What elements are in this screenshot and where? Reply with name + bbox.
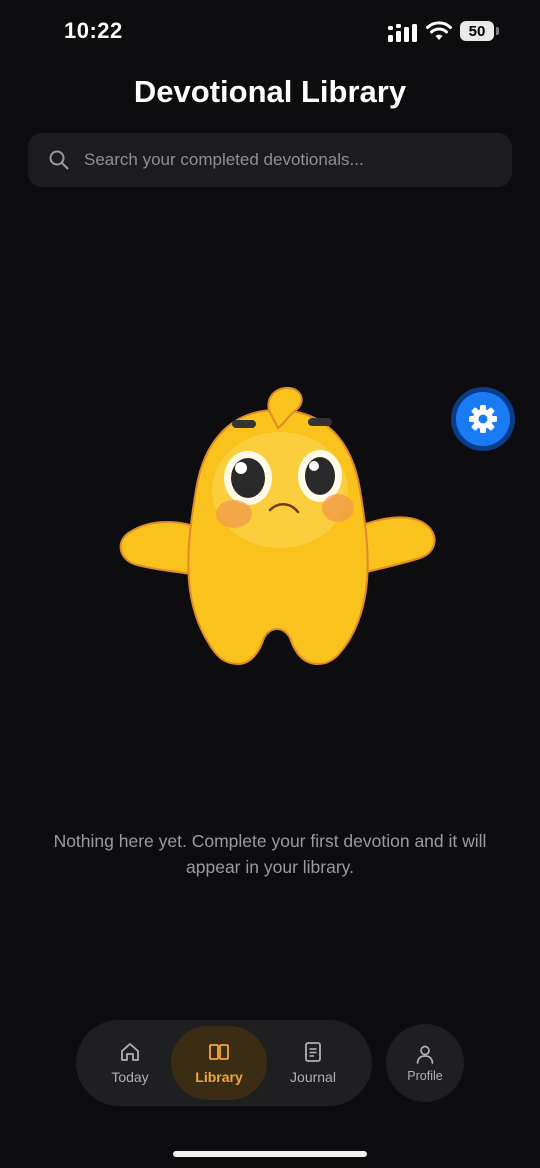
settings-button-inner bbox=[456, 392, 510, 446]
tab-library[interactable]: Library bbox=[171, 1026, 267, 1100]
battery-level: 50 bbox=[468, 22, 486, 40]
status-time: 10:22 bbox=[64, 18, 123, 43]
wifi-icon bbox=[426, 21, 452, 40]
person-icon bbox=[416, 1045, 434, 1064]
home-icon bbox=[121, 1043, 139, 1061]
shrugging-mascot-illustration bbox=[119, 386, 436, 666]
tab-bar: Today Library Journal bbox=[76, 1020, 372, 1106]
tab-journal[interactable]: Journal bbox=[265, 1026, 361, 1100]
book-icon bbox=[209, 1044, 229, 1060]
settings-button[interactable] bbox=[451, 387, 515, 451]
devotional-library-screen: 10:22 50 Devotional Library Search your … bbox=[0, 0, 540, 1168]
battery-icon: 50 bbox=[460, 21, 494, 41]
tab-today-label: Today bbox=[111, 1069, 149, 1085]
search-input[interactable] bbox=[82, 149, 496, 171]
battery-tip bbox=[496, 27, 499, 35]
profile-label: Profile bbox=[407, 1068, 443, 1083]
document-icon bbox=[305, 1042, 321, 1062]
status-bar: 10:22 50 bbox=[0, 0, 540, 64]
page-title: Devotional Library bbox=[133, 74, 407, 109]
home-indicator[interactable] bbox=[173, 1151, 367, 1157]
search-icon bbox=[49, 150, 69, 170]
signal-icon bbox=[388, 24, 417, 42]
search-bar[interactable] bbox=[28, 133, 512, 187]
tab-today[interactable]: Today bbox=[82, 1026, 178, 1100]
profile-button[interactable]: Profile bbox=[386, 1024, 464, 1102]
tab-library-label: Library bbox=[195, 1069, 243, 1085]
gear-icon bbox=[469, 405, 497, 433]
empty-state-message: Nothing here yet. Complete your first de… bbox=[53, 831, 487, 877]
tab-journal-label: Journal bbox=[290, 1069, 336, 1085]
